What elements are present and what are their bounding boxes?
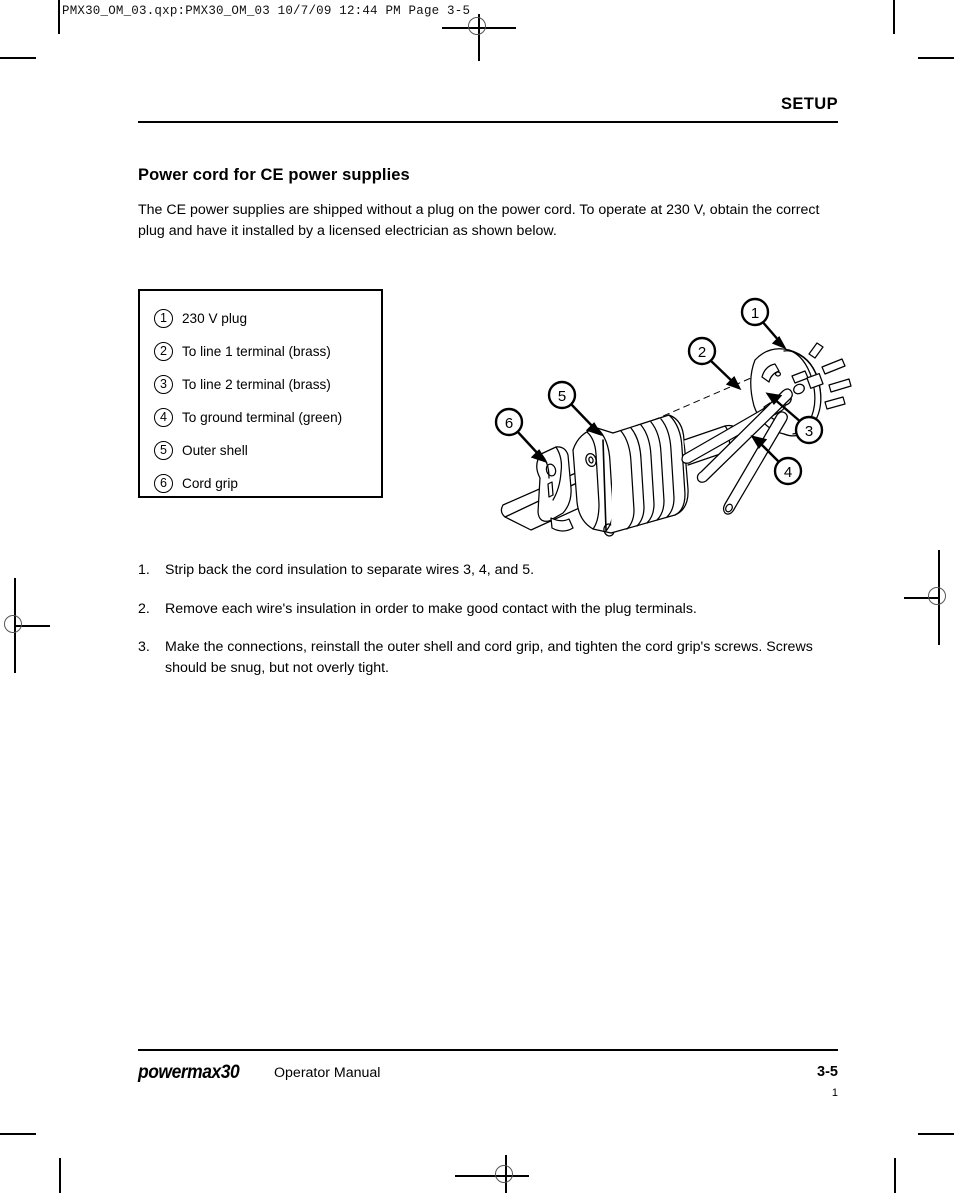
svg-text:1: 1 — [751, 305, 759, 322]
procedure-step: 3. Make the connections, reinstall the o… — [138, 637, 838, 678]
legend-item: 2 To line 1 terminal (brass) — [154, 335, 381, 368]
callout-number-icon: 2 — [154, 342, 173, 361]
legend-item-label: To ground terminal (green) — [182, 410, 343, 425]
callout-number-icon: 5 — [154, 441, 173, 460]
callout-number-icon: 4 — [154, 408, 173, 427]
procedure-step: 2. Remove each wire's insulation in orde… — [138, 599, 838, 620]
crop-mark-top-right-horizontal — [918, 57, 954, 59]
header-rule — [138, 121, 838, 124]
crop-mark-bottom-right-horizontal — [918, 1133, 954, 1135]
step-number: 2. — [138, 600, 150, 617]
callout-number-icon: 1 — [154, 309, 173, 328]
callout-number-icon: 6 — [154, 474, 173, 493]
legend-item: 1 230 V plug — [154, 302, 381, 335]
page-body: SETUP Power cord for CE power supplies T… — [138, 0, 852, 1193]
legend-item-label: Cord grip — [182, 476, 238, 491]
callout-number-icon: 3 — [154, 375, 173, 394]
plug-assembly-figure: 1 2 3 4 5 6 — [493, 282, 853, 537]
legend-item: 5 Outer shell — [154, 434, 381, 467]
step-number: 3. — [138, 639, 150, 655]
registration-target-right-middle — [921, 580, 954, 614]
crop-mark-top-right-vertical — [893, 0, 895, 34]
leader-line-2 — [708, 358, 735, 384]
procedure-steps: 1. Strip back the cord insulation to sep… — [138, 560, 838, 696]
step-text: Make the connections, reinstall the oute… — [165, 639, 813, 676]
svg-text:6: 6 — [505, 415, 513, 432]
legend-item-label: To line 2 terminal (brass) — [182, 377, 331, 392]
page-number: 3-5 — [817, 1064, 838, 1080]
footer-rule — [138, 1049, 838, 1052]
crop-mark-top-left-vertical — [58, 0, 60, 34]
legend-key-box: 1 230 V plug 2 To line 1 terminal (brass… — [138, 289, 383, 498]
crop-mark-bottom-left-vertical — [59, 1158, 61, 1193]
procedure-step: 1. Strip back the cord insulation to sep… — [138, 560, 838, 581]
svg-text:5: 5 — [558, 388, 566, 405]
legend-item-label: Outer shell — [182, 443, 248, 458]
legend-item: 3 To line 2 terminal (brass) — [154, 368, 381, 401]
running-head: SETUP — [780, 95, 838, 113]
svg-text:2: 2 — [698, 344, 706, 361]
crop-mark-bottom-left-horizontal — [0, 1133, 36, 1135]
svg-text:4: 4 — [784, 464, 792, 481]
folio-number: 1 — [831, 1087, 838, 1099]
section-title: Power cord for CE power supplies — [138, 166, 410, 185]
legend-item-label: To line 1 terminal (brass) — [182, 344, 331, 359]
step-number: 1. — [138, 562, 150, 578]
svg-text:3: 3 — [805, 423, 813, 440]
legend-item: 6 Cord grip — [154, 467, 381, 500]
step-text: Remove each wire's insulation in order t… — [165, 600, 697, 617]
step-text: Strip back the cord insulation to separa… — [165, 562, 535, 578]
intro-paragraph: The CE power supplies are shipped withou… — [138, 202, 820, 239]
legend-item: 4 To ground terminal (green) — [154, 401, 381, 434]
legend-item-label: 230 V plug — [182, 311, 248, 326]
crop-mark-top-left-horizontal — [0, 57, 36, 59]
registration-target-left-middle — [0, 608, 31, 642]
crop-mark-bottom-right-vertical — [894, 1158, 896, 1193]
